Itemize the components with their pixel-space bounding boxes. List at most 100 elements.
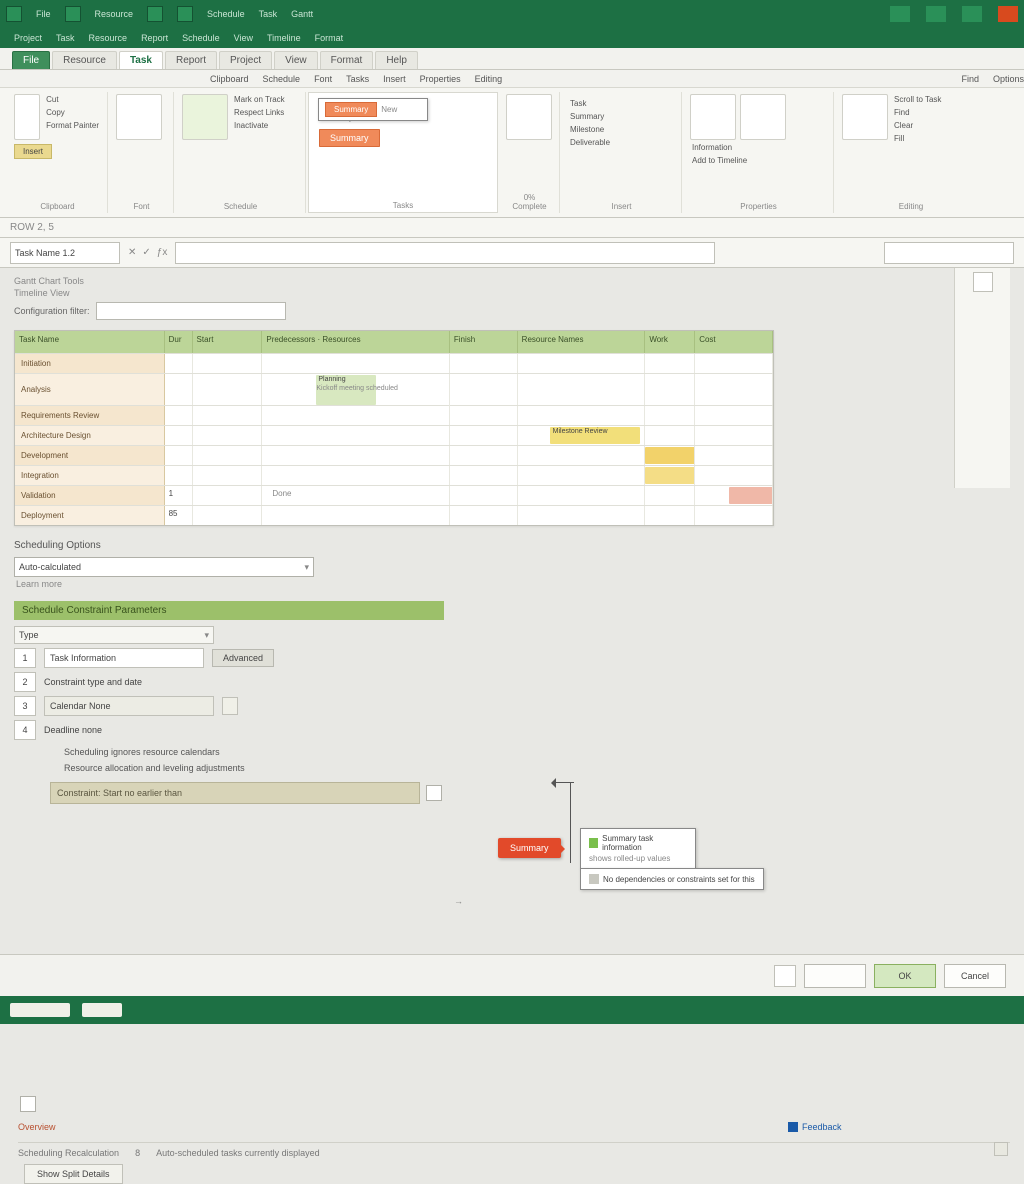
grid-cell[interactable]: PlanningKickoff meeting scheduled bbox=[262, 374, 449, 406]
grid-cell[interactable] bbox=[695, 486, 773, 505]
table-row[interactable]: Deployment85 bbox=[15, 505, 773, 525]
grid-cell[interactable] bbox=[450, 486, 518, 505]
grid-cell[interactable] bbox=[518, 486, 646, 505]
subtab-right[interactable]: Options bbox=[993, 74, 1024, 84]
tab[interactable]: Report bbox=[165, 51, 217, 69]
name-box[interactable]: Task Name 1.2 bbox=[10, 242, 120, 264]
ribbon-item[interactable]: Add to Timeline bbox=[690, 155, 827, 166]
menu-item[interactable]: Schedule bbox=[182, 33, 220, 43]
grid-cell[interactable] bbox=[450, 446, 518, 465]
min-button[interactable] bbox=[890, 6, 910, 22]
type-dropdown[interactable]: Type ▾ bbox=[14, 626, 214, 644]
grid-cell[interactable] bbox=[450, 426, 518, 445]
ribbon-item[interactable]: Fill bbox=[892, 133, 943, 144]
grid-cell[interactable] bbox=[450, 406, 518, 425]
ribbon-item[interactable]: Format Painter bbox=[44, 120, 101, 131]
menu-item[interactable]: Timeline bbox=[267, 33, 301, 43]
table-row[interactable]: Development bbox=[15, 445, 773, 465]
subtab-right[interactable]: Find bbox=[961, 74, 979, 84]
ribbon-item[interactable]: Clear bbox=[892, 120, 943, 131]
titlebar-item[interactable]: Schedule bbox=[207, 9, 245, 19]
row-header[interactable]: Initiation bbox=[15, 354, 165, 373]
help-button[interactable] bbox=[962, 6, 982, 22]
grid-cell[interactable] bbox=[518, 354, 646, 373]
status-chip[interactable] bbox=[10, 1003, 70, 1017]
status-chip[interactable] bbox=[82, 1003, 122, 1017]
menu-item[interactable]: Format bbox=[315, 33, 344, 43]
find-icon[interactable] bbox=[842, 94, 888, 140]
grid-cell[interactable] bbox=[645, 406, 695, 425]
ribbon-item[interactable]: Find bbox=[892, 107, 943, 118]
grid-cell[interactable] bbox=[193, 406, 263, 425]
task-grid[interactable]: Task Name Dur Start Predecessors · Resou… bbox=[14, 330, 774, 526]
ribbon-item[interactable]: Mark on Track bbox=[232, 94, 287, 105]
grid-cell[interactable] bbox=[193, 486, 263, 505]
grid-cell[interactable] bbox=[695, 506, 773, 525]
col-header[interactable]: Resource Names bbox=[518, 331, 646, 353]
grid-cell[interactable] bbox=[165, 406, 193, 425]
grid-cell[interactable] bbox=[193, 466, 263, 485]
ribbon-item[interactable]: Copy bbox=[44, 107, 101, 118]
ribbon-item[interactable]: Scroll to Task bbox=[892, 94, 943, 105]
filter-input[interactable] bbox=[96, 302, 286, 320]
grid-cell[interactable]: 1 bbox=[165, 486, 193, 505]
grid-cell[interactable] bbox=[695, 374, 773, 405]
grid-cell[interactable] bbox=[262, 406, 449, 425]
grid-cell[interactable] bbox=[695, 354, 773, 373]
grid-cell[interactable] bbox=[450, 354, 518, 373]
subtab-item[interactable]: Tasks bbox=[346, 74, 369, 84]
tab[interactable]: Project bbox=[219, 51, 272, 69]
grid-cell[interactable] bbox=[645, 506, 695, 525]
accept-icon[interactable]: ✓ bbox=[142, 247, 150, 258]
grid-cell[interactable]: Milestone Review bbox=[518, 426, 646, 445]
show-split-button[interactable]: Show Split Details bbox=[24, 1164, 123, 1184]
ribbon-item[interactable]: Deliverable bbox=[568, 137, 675, 148]
row-header[interactable]: Validation bbox=[15, 486, 165, 505]
col-header[interactable]: Work bbox=[645, 331, 695, 353]
grid-cell[interactable] bbox=[165, 446, 193, 465]
grid-cell[interactable] bbox=[695, 406, 773, 425]
grid-cell[interactable] bbox=[518, 446, 646, 465]
qa-icon-2[interactable] bbox=[147, 6, 163, 22]
grid-cell[interactable] bbox=[165, 374, 193, 405]
schedule-icon[interactable] bbox=[182, 94, 228, 140]
grid-cell[interactable] bbox=[518, 374, 646, 405]
grid-cell[interactable] bbox=[518, 466, 646, 485]
grid-cell[interactable] bbox=[193, 446, 263, 465]
grid-cell[interactable] bbox=[645, 486, 695, 505]
row-header[interactable]: Architecture Design bbox=[15, 426, 165, 445]
task-info-field[interactable]: Task Information bbox=[44, 648, 204, 668]
row-header[interactable]: Development bbox=[15, 446, 165, 465]
ribbon-item[interactable]: Milestone bbox=[568, 124, 675, 135]
grid-cell[interactable] bbox=[450, 506, 518, 525]
font-icon[interactable] bbox=[116, 94, 162, 140]
row-header[interactable]: Analysis bbox=[15, 374, 165, 405]
fx-icon[interactable]: ƒx bbox=[157, 247, 168, 258]
col-header[interactable]: Cost bbox=[695, 331, 773, 353]
menu-item[interactable]: Resource bbox=[89, 33, 128, 43]
grid-cell[interactable] bbox=[193, 506, 263, 525]
paste-icon[interactable] bbox=[14, 94, 40, 140]
col-header[interactable]: Predecessors · Resources bbox=[262, 331, 449, 353]
row-header[interactable]: Requirements Review bbox=[15, 406, 165, 425]
ribbon-item[interactable]: Cut bbox=[44, 94, 101, 105]
subtab-item[interactable]: Font bbox=[314, 74, 332, 84]
tab[interactable]: Help bbox=[375, 51, 418, 69]
ribbon-item[interactable]: Task bbox=[568, 98, 675, 109]
footer-button[interactable] bbox=[804, 964, 866, 988]
titlebar-item[interactable]: Gantt bbox=[291, 9, 313, 19]
constraint-checkbox[interactable] bbox=[426, 785, 442, 801]
table-row[interactable]: Validation1Done bbox=[15, 485, 773, 505]
table-row[interactable]: Initiation bbox=[15, 353, 773, 373]
grid-cell[interactable]: 85 bbox=[165, 506, 193, 525]
tab[interactable]: Format bbox=[320, 51, 374, 69]
grid-cell[interactable] bbox=[695, 446, 773, 465]
tab[interactable]: Resource bbox=[52, 51, 117, 69]
max-button[interactable] bbox=[926, 6, 946, 22]
titlebar-item[interactable]: Task bbox=[259, 9, 278, 19]
properties-icon[interactable] bbox=[690, 94, 736, 140]
advanced-button[interactable]: Advanced bbox=[212, 649, 274, 667]
calendar-field[interactable]: Calendar None bbox=[44, 696, 214, 716]
qa-icon-1[interactable] bbox=[65, 6, 81, 22]
col-header[interactable]: Task Name bbox=[15, 331, 165, 353]
